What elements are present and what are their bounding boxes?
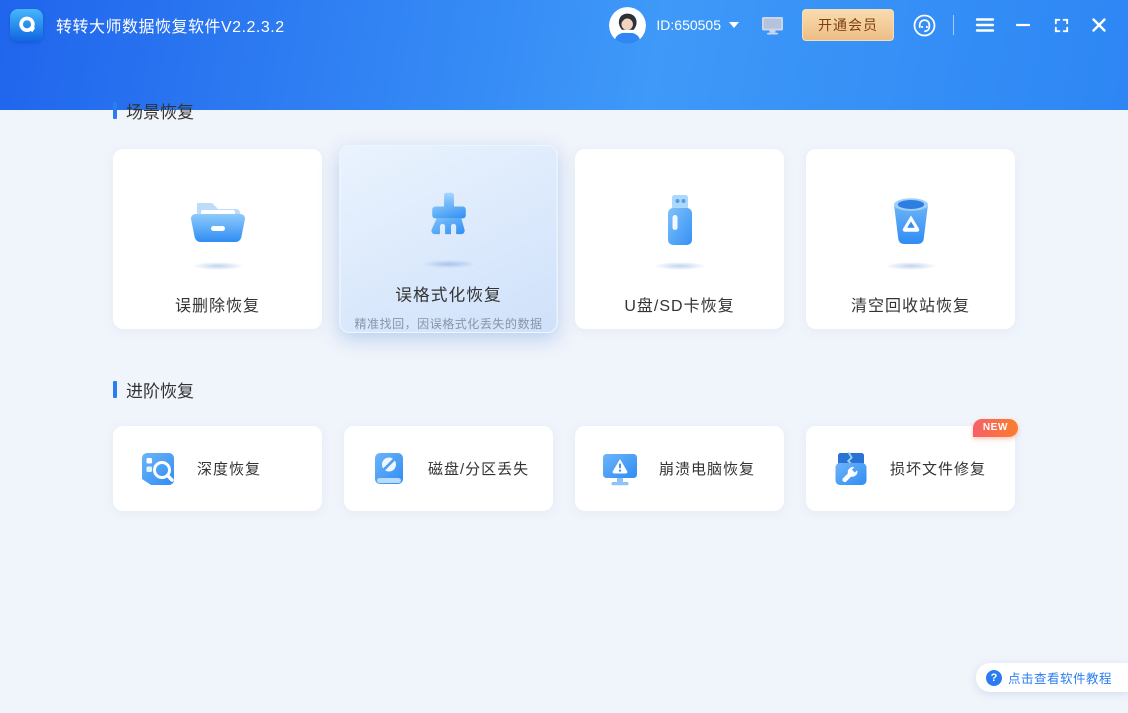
card-deleted-file-recovery[interactable]: 误删除恢复	[113, 149, 322, 329]
app-window: 转转大师数据恢复软件V2.2.3.2 ID:650505	[0, 0, 1128, 713]
icon-shadow	[192, 262, 244, 270]
section-accent-bar	[113, 381, 117, 398]
recycle-bin-icon	[879, 189, 943, 253]
q-arrow-glyph	[16, 14, 38, 36]
advanced-card-grid: 深度恢复 磁盘/分区丢失	[113, 426, 1015, 511]
avatar-image	[609, 7, 646, 44]
section-title-scene: 场景恢复	[113, 98, 1015, 123]
main-content: 场景恢复 误删除恢复	[113, 0, 1015, 511]
card-damaged-file-repair[interactable]: NEW 损坏文件修复	[806, 426, 1015, 511]
format-brush-icon	[415, 188, 482, 251]
help-icon: ?	[986, 670, 1002, 686]
card-usb-sd-recovery[interactable]: U盘/SD卡恢复	[575, 149, 784, 329]
icon-shadow	[654, 262, 706, 270]
minimize-icon[interactable]	[1008, 10, 1038, 40]
titlebar-right: ID:650505 开通会员	[609, 7, 1114, 44]
section-title-text: 场景恢复	[126, 98, 194, 123]
card-label: U盘/SD卡恢复	[624, 292, 734, 316]
card-recycle-bin-recovery[interactable]: 清空回收站恢复	[806, 149, 1015, 329]
titlebar: 转转大师数据恢复软件V2.2.3.2 ID:650505	[0, 0, 1128, 50]
new-badge: NEW	[973, 419, 1018, 437]
card-label: 磁盘/分区丢失	[428, 458, 529, 479]
titlebar-divider	[953, 15, 954, 35]
headset-support-icon[interactable]	[912, 13, 937, 38]
card-subtitle: 精准找回，因误格式化丢失的数据	[354, 315, 542, 332]
icon-shadow	[421, 260, 475, 268]
menu-icon[interactable]	[970, 10, 1000, 40]
icon-shadow	[885, 262, 937, 270]
maximize-icon[interactable]	[1046, 10, 1076, 40]
deep-scan-icon	[137, 448, 179, 490]
file-repair-icon	[830, 448, 872, 490]
card-label: 深度恢复	[197, 458, 261, 479]
card-label: 误删除恢复	[175, 292, 260, 316]
card-label: 误格式化恢复	[395, 281, 502, 306]
app-logo-icon	[10, 9, 43, 42]
caret-down-icon[interactable]	[729, 22, 739, 28]
tutorial-link-label: 点击查看软件教程	[1008, 668, 1112, 687]
card-deep-recovery[interactable]: 深度恢复	[113, 426, 322, 511]
section-advanced-recovery: 进阶恢复 深度恢复	[113, 377, 1015, 511]
disk-partition-icon	[368, 448, 410, 490]
card-label: 清空回收站恢复	[851, 292, 970, 316]
tutorial-link[interactable]: ? 点击查看软件教程	[976, 663, 1128, 692]
user-id-label[interactable]: ID:650505	[656, 17, 721, 33]
avatar[interactable]	[609, 7, 646, 44]
section-accent-bar	[113, 102, 117, 119]
card-crashed-pc-recovery[interactable]: 崩溃电脑恢复	[575, 426, 784, 511]
scene-card-grid: 误删除恢复 误格式化恢复 精准找回，因误格式化丢	[113, 149, 1015, 329]
usb-drive-icon	[648, 189, 712, 253]
card-label: 损坏文件修复	[890, 458, 986, 479]
vip-upgrade-button[interactable]: 开通会员	[802, 9, 894, 41]
app-title: 转转大师数据恢复软件V2.2.3.2	[56, 13, 285, 37]
card-format-recovery[interactable]: 误格式化恢复 精准找回，因误格式化丢失的数据	[339, 145, 557, 333]
section-title-text: 进阶恢复	[126, 377, 194, 402]
crashed-pc-icon	[599, 448, 641, 490]
close-icon[interactable]	[1084, 10, 1114, 40]
section-title-advanced: 进阶恢复	[113, 377, 1015, 402]
card-label: 崩溃电脑恢复	[659, 458, 755, 479]
folder-icon	[186, 189, 250, 253]
monitor-icon[interactable]	[761, 16, 784, 35]
card-disk-partition-loss[interactable]: 磁盘/分区丢失	[344, 426, 553, 511]
